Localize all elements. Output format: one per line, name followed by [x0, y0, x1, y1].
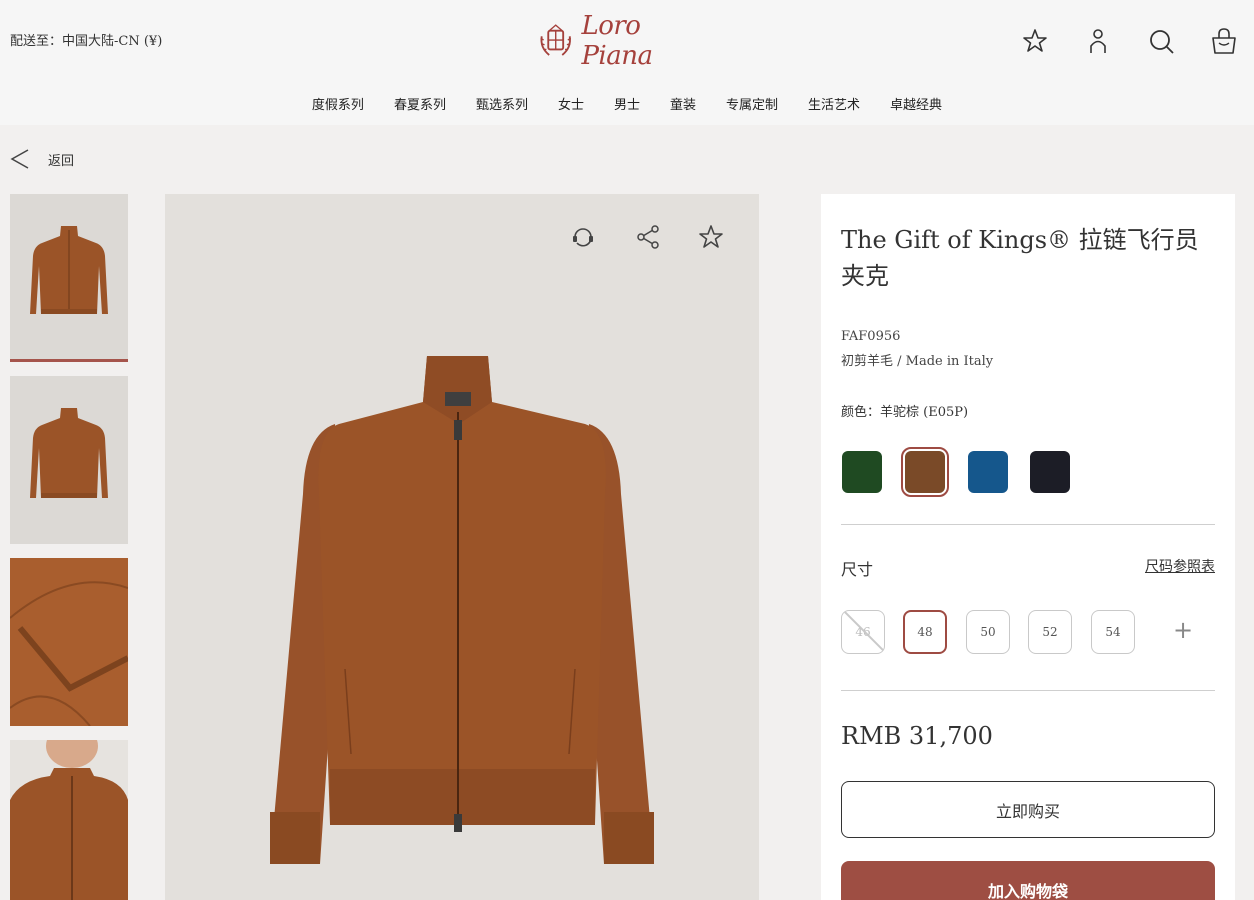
thumbnail-detail[interactable]	[10, 558, 128, 726]
site-header: 配送至：中国大陆-CN (¥) Loro Piana 度假系列 春夏系列 甄选系…	[0, 0, 1254, 125]
crest-icon	[540, 24, 572, 56]
jacket-back-thumbnail-image	[30, 408, 108, 498]
chevron-left-icon	[10, 149, 29, 169]
size-value: 48	[917, 625, 933, 639]
size-guide-link[interactable]: 尺码参照表	[1145, 556, 1215, 576]
nav-item-resort[interactable]: 度假系列	[312, 94, 364, 113]
swatch-brown[interactable]	[901, 447, 949, 497]
jacket-image	[270, 356, 654, 864]
thumbnail-back[interactable]	[10, 376, 128, 544]
star-icon[interactable]	[1021, 26, 1049, 56]
size-label: 尺寸	[841, 560, 874, 579]
swatch-navy[interactable]	[1030, 451, 1070, 493]
nav-item-bespoke[interactable]: 专属定制	[726, 94, 778, 113]
size-value: 54	[1105, 625, 1121, 639]
share-icon[interactable]	[635, 224, 661, 250]
model-thumbnail-image	[10, 740, 128, 900]
jacket-front-thumbnail-image	[30, 226, 108, 314]
nav-item-selection[interactable]: 甄选系列	[476, 94, 528, 113]
user-icon[interactable]	[1084, 26, 1112, 56]
thumbnail-front[interactable]	[10, 194, 128, 362]
size-value: 50	[980, 625, 996, 639]
add-to-bag-button[interactable]: 加入购物袋	[841, 861, 1215, 900]
nav-item-interiors[interactable]: 生活艺术	[808, 94, 860, 113]
size-option-50[interactable]: 50	[966, 610, 1010, 654]
size-value: 52	[1042, 625, 1058, 639]
size-option-48[interactable]: 48	[903, 610, 947, 654]
jacket-detail-thumbnail-image	[10, 558, 128, 726]
product-price: RMB 31,700	[841, 722, 993, 750]
nav-item-women[interactable]: 女士	[558, 94, 584, 113]
refresh-icon[interactable]	[570, 224, 596, 250]
nav-item-men[interactable]: 男士	[614, 94, 640, 113]
main-product-image	[165, 194, 759, 900]
product-sku: FAF0956	[841, 329, 901, 344]
divider	[841, 524, 1215, 525]
nav-item-kids[interactable]: 童装	[670, 94, 696, 113]
swatch-green[interactable]	[842, 451, 882, 493]
swatch-blue[interactable]	[968, 451, 1008, 493]
ship-to-selector[interactable]: 配送至：中国大陆-CN (¥)	[10, 30, 162, 49]
brand-name: Loro Piana	[581, 11, 653, 71]
buy-now-button[interactable]: 立即购买	[841, 781, 1215, 838]
brand-logo[interactable]: Loro Piana	[538, 11, 710, 71]
product-material: 初剪羊毛 / Made in Italy	[841, 354, 994, 369]
size-option-52[interactable]: 52	[1028, 610, 1072, 654]
back-label: 返回	[48, 153, 75, 169]
size-value: 46	[855, 625, 871, 639]
back-link[interactable]: 返回	[10, 148, 74, 170]
product-panel: The Gift of Kings® 拉链飞行员夹克 FAF0956 初剪羊毛 …	[821, 194, 1235, 900]
main-nav: 度假系列 春夏系列 甄选系列 女士 男士 童装 专属定制 生活艺术 卓越经典	[0, 94, 1254, 113]
nav-item-icons[interactable]: 卓越经典	[890, 94, 942, 113]
bag-icon[interactable]	[1210, 26, 1238, 56]
size-option-46[interactable]: 46	[841, 610, 885, 654]
star-icon[interactable]	[698, 224, 724, 250]
more-sizes-button[interactable]: +	[1173, 616, 1193, 644]
nav-item-spring-summer[interactable]: 春夏系列	[394, 94, 446, 113]
selected-color-label: 颜色：羊驼棕 (E05P)	[841, 405, 969, 420]
product-title: The Gift of Kings® 拉链飞行员夹克	[841, 226, 1199, 290]
search-icon[interactable]	[1147, 26, 1175, 56]
size-option-54[interactable]: 54	[1091, 610, 1135, 654]
divider	[841, 690, 1215, 691]
thumbnail-model[interactable]	[10, 740, 128, 900]
